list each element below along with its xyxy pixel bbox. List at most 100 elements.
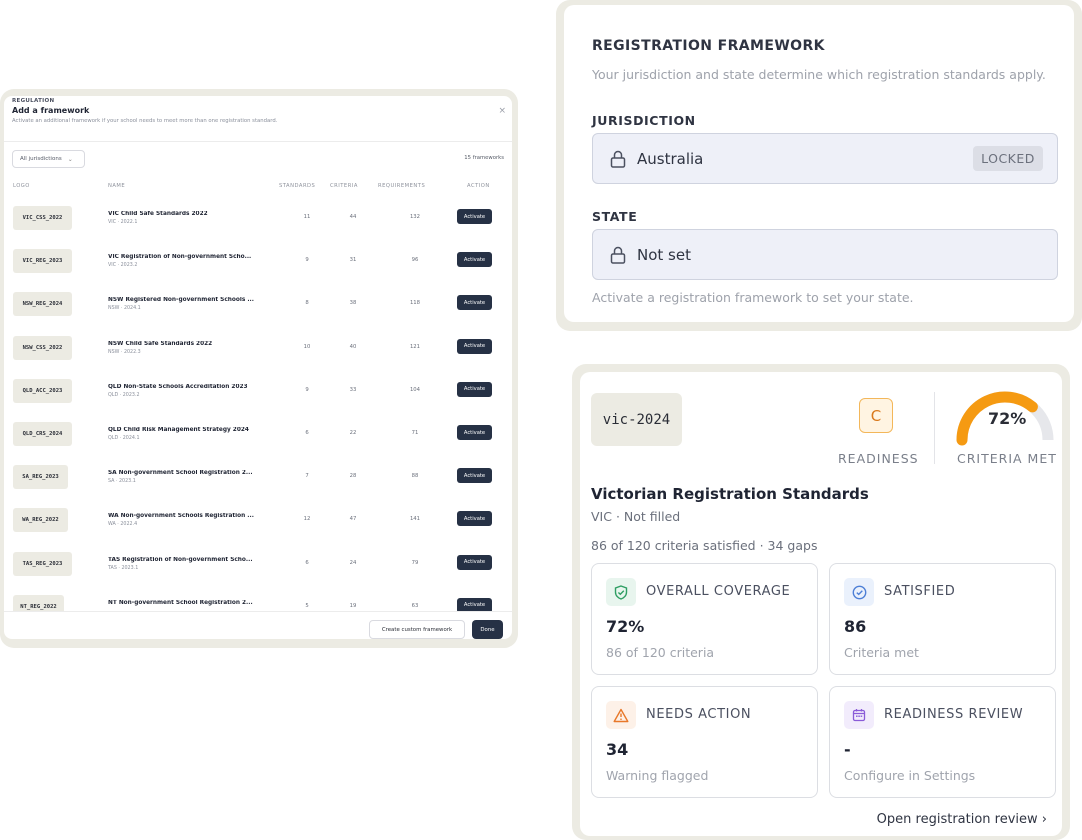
satisfied-card: SATISFIED 86 Criteria met — [829, 563, 1056, 675]
framework-meta: NSW · 2024.1 — [108, 306, 141, 312]
needs-action-card: NEEDS ACTION 34 Warning flagged — [591, 686, 818, 798]
filter-label: All jurisdictions — [20, 156, 62, 162]
framework-logo: SA_REG_2023 — [13, 465, 68, 490]
requirements-count: 118 — [409, 300, 421, 307]
registration-subtitle: Your jurisdiction and state determine wh… — [592, 67, 1046, 82]
framework-count: 15 frameworks — [464, 155, 504, 161]
standards-count: 9 — [305, 386, 309, 393]
requirements-count: 71 — [411, 430, 419, 436]
activate-button[interactable]: Activate — [457, 295, 492, 311]
framework-meta: TAS · 2023.1 — [108, 565, 139, 571]
stat-value: 34 — [606, 740, 629, 759]
open-registration-review-link[interactable]: Open registration review › — [877, 812, 1047, 827]
requirements-count: 63 — [411, 602, 419, 609]
standards-count: 5 — [305, 602, 309, 609]
framework-logo: VIC_REG_2023 — [13, 249, 72, 274]
activate-button[interactable]: Activate — [457, 381, 492, 397]
column-header-action: ACTION — [467, 183, 490, 189]
modal-subtitle: Activate an additional framework if your… — [12, 118, 278, 124]
close-icon[interactable]: × — [498, 106, 506, 116]
framework-logo: WA_REG_2022 — [13, 508, 68, 533]
criteria-met-percent: 72% — [988, 409, 1027, 428]
modal-title: Add a framework — [12, 106, 90, 115]
standards-count: 6 — [305, 430, 309, 436]
jurisdiction-filter-dropdown[interactable]: All jurisdictions ⌄ — [12, 150, 85, 168]
create-custom-framework-button[interactable]: Create custom framework — [369, 620, 465, 639]
activate-button[interactable]: Activate — [457, 209, 492, 224]
column-header-standards: STANDARDS — [279, 183, 316, 189]
stat-value: - — [844, 740, 851, 759]
stat-value: 72% — [606, 617, 645, 636]
add-framework-modal: REGULATION Add a framework Activate an a… — [4, 96, 512, 639]
stat-foot: 86 of 120 criteria — [606, 645, 715, 660]
calendar-icon — [844, 701, 874, 729]
framework-name: VIC Registration of Non-government Scho.… — [108, 254, 252, 261]
activate-button[interactable]: Activate — [457, 252, 492, 268]
framework-meta: SA · 2023.1 — [108, 479, 136, 485]
criteria-count: 38 — [349, 300, 357, 307]
readiness-grade-badge: C — [859, 398, 893, 433]
activate-button[interactable]: Activate — [457, 554, 492, 570]
readiness-review-card[interactable]: READINESS REVIEW - Configure in Settings — [829, 686, 1056, 798]
framework-logo: QLD_CRS_2024 — [13, 422, 72, 446]
framework-code-chip: vic-2024 — [591, 393, 682, 446]
activate-button[interactable]: Activate — [457, 425, 492, 440]
stat-label: NEEDS ACTION — [646, 707, 752, 722]
requirements-count: 132 — [409, 214, 421, 220]
column-header-name: NAME — [108, 183, 126, 189]
framework-logo: TAS_REG_2023 — [13, 551, 72, 576]
stat-value: 86 — [844, 617, 867, 636]
stat-foot: Warning flagged — [606, 768, 709, 783]
framework-name: QLD Non-State Schools Accreditation 2023 — [108, 383, 248, 390]
framework-meta: VIC · 2022.1 — [108, 220, 138, 225]
framework-logo: NT_REG_2022 — [13, 594, 64, 611]
standards-count: 9 — [305, 257, 309, 264]
jurisdiction-value: Australia — [637, 150, 704, 168]
criteria-count: 22 — [349, 430, 357, 436]
stat-foot: Configure in Settings — [844, 768, 976, 783]
framework-name: WA Non-government Schools Registration .… — [108, 513, 254, 520]
modal-eyebrow: REGULATION — [12, 98, 55, 104]
header-vertical-divider — [934, 392, 935, 464]
column-header-logo: LOGO — [13, 183, 30, 189]
jurisdiction-label: JURISDICTION — [592, 113, 696, 128]
stat-label: READINESS REVIEW — [884, 707, 1024, 722]
activate-button[interactable]: Activate — [457, 597, 492, 611]
standards-count: 6 — [305, 559, 309, 566]
activate-button[interactable]: Activate — [457, 338, 492, 354]
activate-button[interactable]: Activate — [457, 468, 492, 484]
standards-count: 7 — [305, 473, 309, 480]
stat-label: OVERALL COVERAGE — [646, 584, 791, 599]
requirements-count: 141 — [409, 516, 421, 523]
state-value: Not set — [637, 246, 691, 264]
warning-triangle-icon — [606, 701, 636, 729]
criteria-count: 24 — [349, 559, 357, 566]
shield-check-icon — [606, 578, 636, 606]
add-framework-modal-frame: REGULATION Add a framework Activate an a… — [0, 89, 518, 648]
registration-title: REGISTRATION FRAMEWORK — [592, 38, 825, 54]
framework-table: VIC_CSS_2022 VIC Child Safe Standards 202… — [4, 198, 512, 611]
framework-title: Victorian Registration Standards — [591, 485, 869, 503]
requirements-count: 79 — [411, 559, 419, 566]
framework-logo: QLD_ACC_2023 — [13, 378, 72, 403]
framework-meta: QLD · 2023.2 — [108, 392, 140, 398]
readiness-label: READINESS — [838, 451, 919, 466]
overall-coverage-card: OVERALL COVERAGE 72% 86 of 120 criteria — [591, 563, 818, 675]
criteria-met-label: CRITERIA MET — [957, 451, 1057, 466]
standards-count: 10 — [303, 343, 311, 350]
column-header-criteria: CRITERIA — [330, 183, 358, 189]
framework-name: VIC Child Safe Standards 2022 — [108, 211, 208, 217]
framework-meta: WA · 2022.4 — [108, 522, 138, 528]
criteria-count: 28 — [349, 473, 357, 480]
stat-label: SATISFIED — [884, 584, 956, 599]
modal-header: REGULATION Add a framework Activate an a… — [12, 98, 504, 124]
table-row: QLD_CRS_2024 QLD Child Risk Management St… — [4, 414, 512, 457]
table-row: VIC_REG_2023 VIC Registration of Non-gove… — [4, 241, 512, 284]
criteria-count: 19 — [349, 602, 357, 609]
done-button[interactable]: Done — [472, 620, 503, 639]
check-circle-icon — [844, 578, 874, 606]
framework-name: QLD Child Risk Management Strategy 2024 — [108, 427, 249, 433]
activate-button[interactable]: Activate — [457, 511, 492, 527]
footer-divider — [4, 611, 512, 612]
table-row: WA_REG_2022 WA Non-government Schools Reg… — [4, 500, 512, 543]
